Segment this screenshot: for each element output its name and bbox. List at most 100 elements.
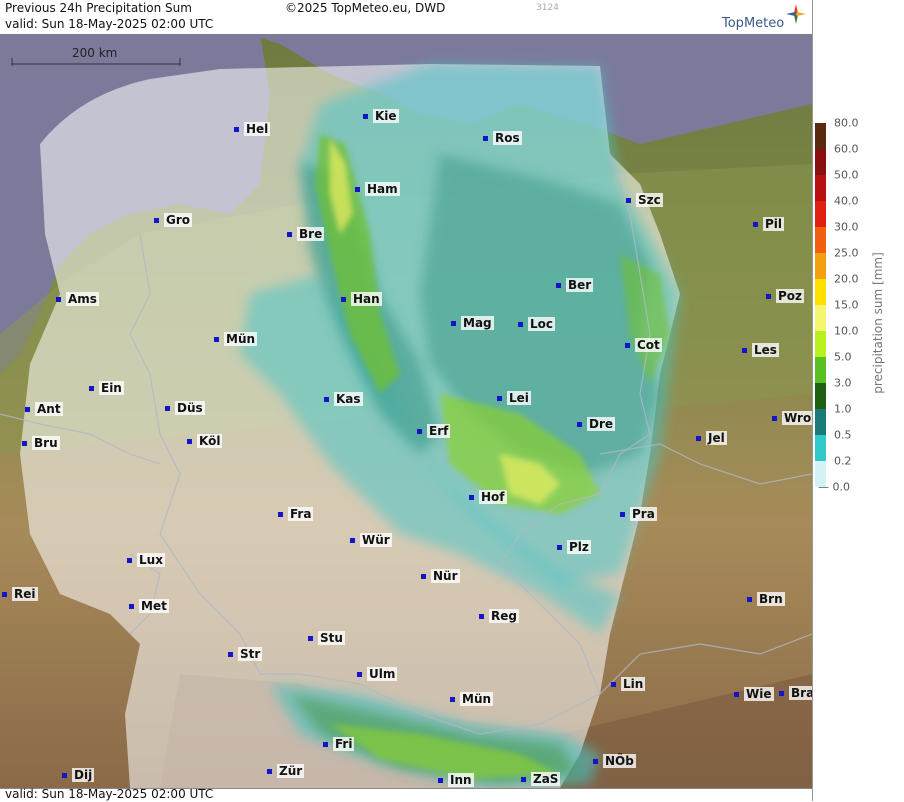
city-ant: Ant: [25, 402, 63, 416]
city-name: Lei: [507, 391, 531, 405]
city-mag: Mag: [451, 316, 494, 330]
city-lux: Lux: [127, 553, 165, 567]
city-marker: [753, 222, 758, 227]
legend-swatch: [815, 149, 826, 175]
city-marker: [308, 636, 313, 641]
city-hel: Hel: [234, 122, 271, 136]
legend-swatch: [815, 383, 826, 409]
copyright: ©2025 TopMeteo.eu, DWD: [285, 1, 446, 15]
city-dij: Dij: [62, 768, 95, 782]
city-ein: Ein: [89, 381, 124, 395]
city-name: Jel: [706, 431, 727, 445]
city-gro: Gro: [154, 213, 193, 227]
legend-swatch: [815, 279, 826, 305]
city-poz: Poz: [766, 289, 805, 303]
legend-swatch: [815, 409, 826, 435]
legend-label: 10.0: [834, 324, 859, 338]
legend-label: 5.0: [834, 350, 852, 364]
city-name: ZaS: [531, 772, 561, 786]
city-marker: [355, 187, 360, 192]
valid-time: valid: Sun 18-May-2025 02:00 UTC: [5, 17, 214, 31]
city-name: Szc: [636, 193, 663, 207]
city-marker: [421, 574, 426, 579]
compass-icon: [786, 4, 806, 24]
city-marker: [357, 672, 362, 677]
city-brn: Brn: [747, 592, 785, 606]
city-bru: Bru: [22, 436, 60, 450]
city-marker: [521, 777, 526, 782]
city-cot: Cot: [625, 338, 662, 352]
city-name: Met: [139, 599, 169, 613]
city-name: Ams: [66, 292, 99, 306]
legend-swatch: [815, 175, 826, 201]
city-marker: [497, 396, 502, 401]
legend-label: 0.5: [834, 428, 852, 442]
city-ros: Ros: [483, 131, 522, 145]
footer-bar: valid: Sun 18-May-2025 02:00 UTC: [0, 787, 812, 802]
city-name: Zür: [277, 764, 305, 778]
legend-label: — 0.0: [818, 480, 850, 494]
city-marker: [766, 294, 771, 299]
city-name: Köl: [197, 434, 223, 448]
legend-swatch: [815, 227, 826, 253]
city-reg: Reg: [479, 609, 519, 623]
city-name: Ulm: [367, 667, 398, 681]
city-mün: Mün: [214, 332, 258, 346]
city-marker: [350, 538, 355, 543]
city-fra: Fra: [278, 507, 314, 521]
city-marker: [483, 136, 488, 141]
city-fri: Fri: [323, 737, 355, 751]
city-name: Inn: [448, 773, 474, 787]
footer-valid-time: valid: Sun 18-May-2025 02:00 UTC: [5, 787, 214, 801]
city-pil: Pil: [753, 217, 785, 231]
city-marker: [234, 127, 239, 132]
city-ulm: Ulm: [357, 667, 398, 681]
image-code: 3124: [536, 3, 559, 13]
city-zas: ZaS: [521, 772, 561, 786]
city-name: Pra: [630, 507, 657, 521]
city-köl: Köl: [187, 434, 223, 448]
city-düs: Düs: [165, 401, 205, 415]
map-title: Previous 24h Precipitation Sum: [5, 1, 192, 15]
legend-swatch: [815, 435, 826, 461]
city-name: Gro: [164, 213, 193, 227]
city-marker: [22, 441, 27, 446]
city-name: NÖb: [603, 754, 636, 768]
city-wro: Wro: [772, 411, 814, 425]
city-rei: Rei: [2, 587, 38, 601]
city-marker: [625, 343, 630, 348]
city-marker: [417, 429, 422, 434]
city-name: Dre: [587, 417, 616, 431]
city-name: Plz: [567, 540, 591, 554]
city-marker: [267, 769, 272, 774]
city-zür: Zür: [267, 764, 305, 778]
city-name: Poz: [776, 289, 805, 303]
city-name: Lin: [621, 677, 646, 691]
city-marker: [127, 558, 132, 563]
city-marker: [556, 283, 561, 288]
legend-label: 15.0: [834, 298, 859, 312]
legend-swatch: [815, 253, 826, 279]
city-stu: Stu: [308, 631, 345, 645]
legend-swatch: [815, 357, 826, 383]
city-inn: Inn: [438, 773, 474, 787]
city-dre: Dre: [577, 417, 616, 431]
legend-label: 0.2: [834, 454, 852, 468]
legend-swatch: [815, 305, 826, 331]
city-marker: [228, 652, 233, 657]
city-marker: [154, 218, 159, 223]
city-name: Hof: [479, 490, 507, 504]
city-name: Ein: [99, 381, 124, 395]
city-marker: [287, 232, 292, 237]
city-marker: [187, 439, 192, 444]
precipitation-map[interactable]: [0, 34, 812, 788]
city-nür: Nür: [421, 569, 460, 583]
city-name: Bru: [32, 436, 60, 450]
header-bar: Previous 24h Precipitation Sum valid: Su…: [0, 0, 812, 35]
city-name: Erf: [427, 424, 451, 438]
city-name: Mag: [461, 316, 494, 330]
legend-label: 25.0: [834, 246, 859, 260]
legend-swatch: [815, 331, 826, 357]
city-nöb: NÖb: [593, 754, 636, 768]
city-name: Pil: [763, 217, 785, 231]
